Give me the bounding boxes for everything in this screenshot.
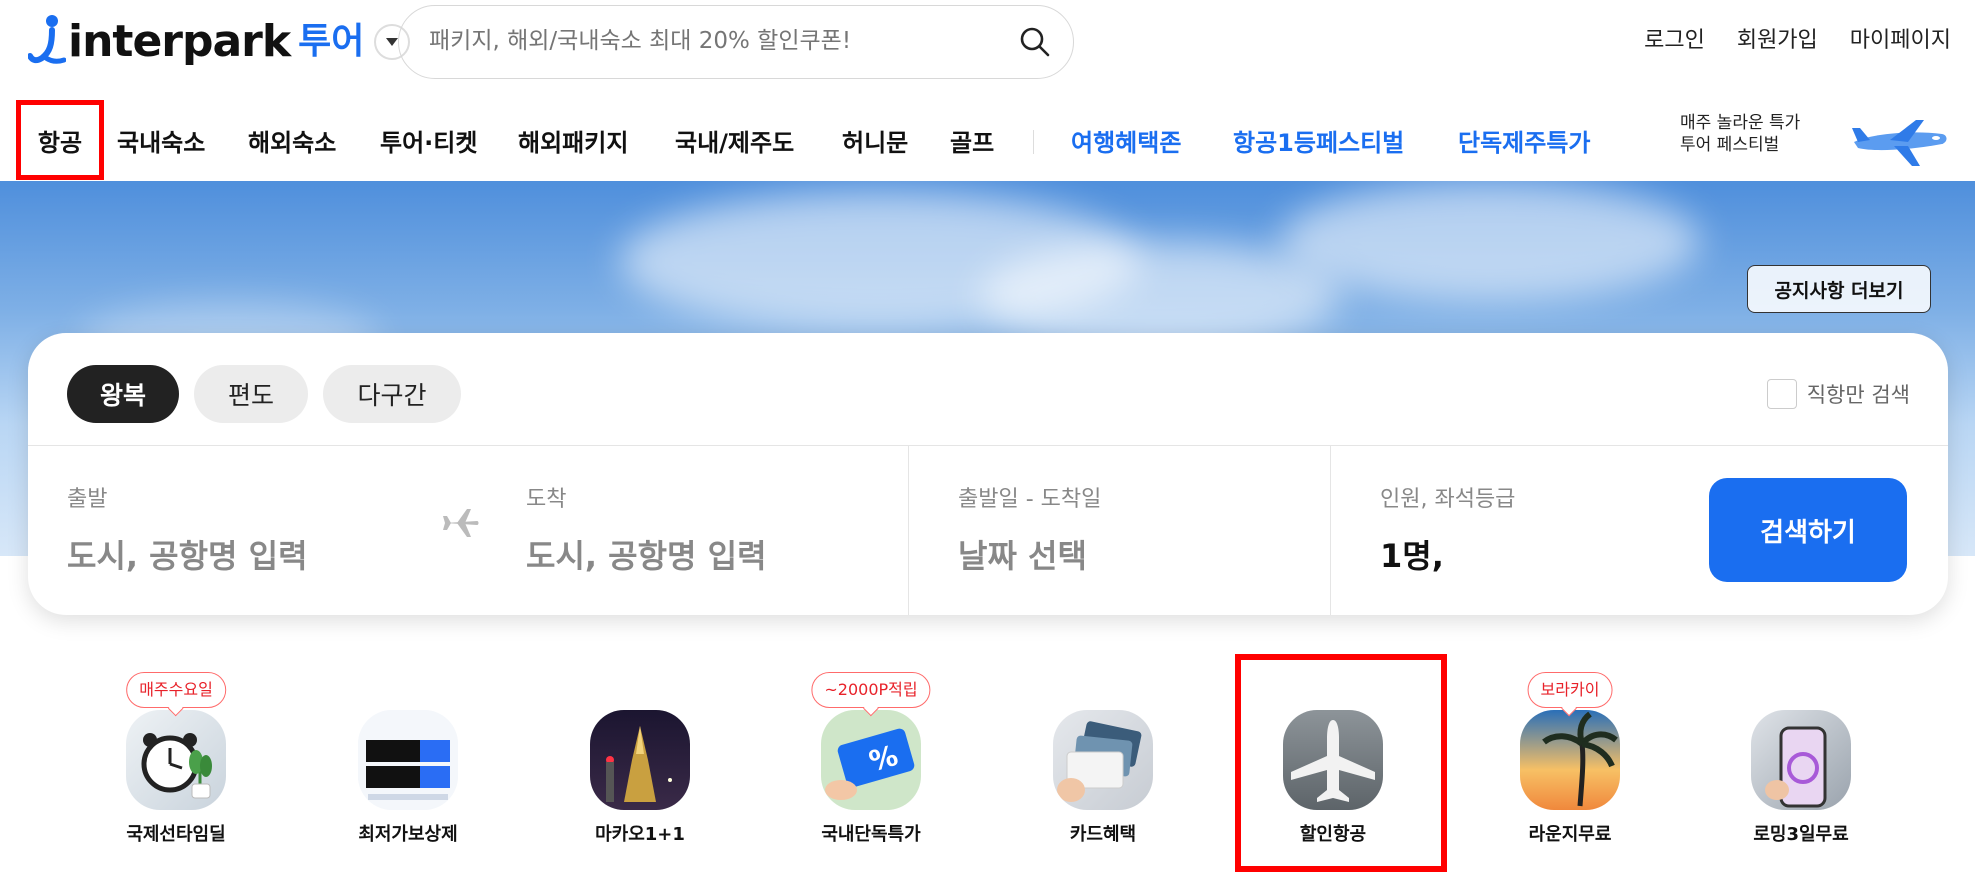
quick-label: 최저가보상제 [358,824,458,845]
mypage-link[interactable]: 마이페이지 [1850,22,1951,54]
search-icon[interactable] [1019,26,1051,58]
field-divider [908,445,909,615]
quick-item-discount-flight[interactable]: 할인항공 [1235,654,1447,872]
direct-only-option[interactable]: 직항만 검색 [1766,379,1910,409]
airplane-icon [443,509,479,537]
nav-divider [1033,130,1034,154]
field-divider [1330,445,1331,615]
passengers-label: 인원, 좌석등급 [1380,487,1516,512]
tab-round-trip[interactable]: 왕복 [67,365,179,423]
credit-card-icon [1053,710,1153,810]
tab-one-way[interactable]: 편도 [194,365,308,423]
arrival-field[interactable]: 도착 도시, 공항명 입력 [526,481,767,577]
quick-label: 할인항공 [1299,824,1367,845]
nav-item-domestic-stay[interactable]: 국내숙소 [117,100,205,180]
direct-only-label: 직항만 검색 [1806,383,1910,407]
flight-search-panel: 왕복 편도 다구간 직항만 검색 출발 도시, 공항명 입력 도착 도시, 공항… [28,333,1948,615]
promo-banner[interactable]: 매주 놀라운 특가 투어 페스티벌 [1680,112,1800,156]
panel-divider [28,445,1948,446]
tab-multi-city[interactable]: 다구간 [323,365,461,423]
nav-item-golf[interactable]: 골프 [950,100,994,180]
airplane-icon [1283,710,1383,810]
departure-label: 출발 [67,487,108,512]
promo-line-1: 매주 놀라운 특가 [1680,113,1801,133]
macau-tower-icon [590,710,690,810]
logo-sub-text: 투어 [298,21,365,62]
nav-item-overseas-stay[interactable]: 해외숙소 [248,100,336,180]
search-input[interactable] [429,6,989,76]
search-box [398,5,1074,79]
promo-line-2: 투어 페스티벌 [1680,135,1780,155]
quick-label: 국제선타임딜 [126,824,226,845]
signup-link[interactable]: 회원가입 [1737,22,1818,54]
departure-field[interactable]: 출발 도시, 공항명 입력 [67,481,308,577]
chevron-down-icon [386,38,399,46]
palm-tree-icon [1520,710,1620,810]
arrival-label: 도착 [526,487,567,512]
main-nav: 항공 국내숙소 해외숙소 투어·티켓 해외패키지 국내/제주도 허니문 골프 여… [0,100,1975,180]
top-links: 로그인 회원가입 마이페이지 [1644,22,1951,54]
logo[interactable]: interpark 투어 [28,14,411,70]
dates-label: 출발일 - 도착일 [958,487,1102,512]
nav-item-honeymoon[interactable]: 허니문 [842,100,908,180]
coupon-icon: % [821,710,921,810]
quick-label: 카드혜택 [1069,824,1137,845]
departure-value: 도시, 공항명 입력 [67,537,308,575]
smartphone-icon [1751,710,1851,810]
quick-badge: 매주수요일 [126,672,226,708]
nav-item-jeju-special[interactable]: 단독제주특가 [1458,100,1590,180]
nav-item-domestic-jeju[interactable]: 국내/제주도 [675,100,794,180]
quick-label: 라운지무료 [1528,824,1612,845]
passengers-value: 1명, [1380,537,1444,575]
alarm-clock-icon [126,710,226,810]
quick-label: 마카오1+1 [595,824,685,845]
nav-item-flight[interactable]: 항공 [16,100,104,180]
search-button[interactable]: 검색하기 [1709,478,1907,582]
header: interpark 투어 로그인 회원가입 마이페이지 [0,0,1975,84]
nav-item-travel-benefit[interactable]: 여행혜택존 [1071,100,1181,180]
quick-label: 국내단독특가 [821,824,921,845]
login-link[interactable]: 로그인 [1644,22,1705,54]
notice-more-button[interactable]: 공지사항 더보기 [1747,265,1931,313]
lowest-price-banner-icon [358,710,458,810]
quick-menu: 매주수요일 국제선타임딜 최저가보상제 마카오1+1 ~2000P적립 % 국내… [0,654,1975,880]
arrival-value: 도시, 공항명 입력 [526,537,767,575]
airplane-icon [1852,120,1947,166]
quick-badge: 보라카이 [1527,672,1613,708]
dates-value: 날짜 선택 [958,537,1087,575]
nav-item-overseas-package[interactable]: 해외패키지 [518,100,628,180]
dates-field[interactable]: 출발일 - 도착일 날짜 선택 [958,481,1101,577]
direct-only-checkbox[interactable] [1766,379,1797,409]
nav-item-flight-festival[interactable]: 항공1등페스티벌 [1233,100,1404,180]
logo-mark-icon [28,15,66,64]
passengers-field[interactable]: 인원, 좌석등급 1명, [1380,481,1515,577]
quick-label: 로밍3일무료 [1753,824,1849,845]
logo-text: interpark [68,16,291,67]
nav-item-tour-ticket[interactable]: 투어·티켓 [380,100,477,180]
quick-badge: ~2000P적립 [811,672,931,708]
